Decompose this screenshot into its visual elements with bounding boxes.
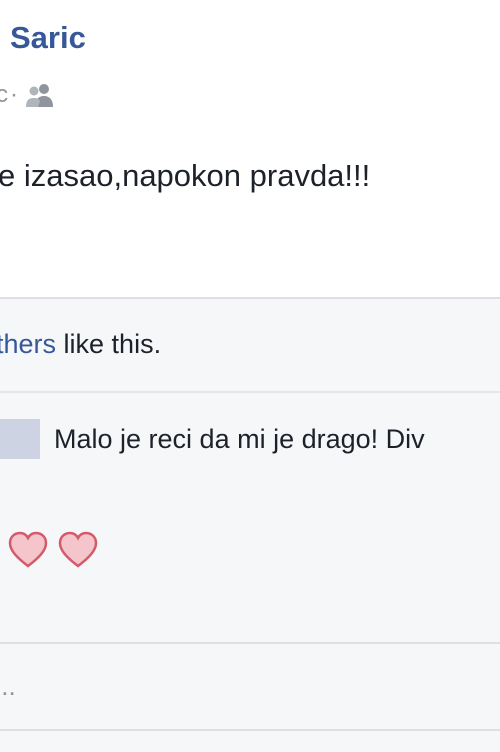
divider [0, 391, 500, 393]
likes-others-link[interactable]: thers [0, 329, 56, 359]
post-message: e izasao,napokon pravda!!! [0, 158, 371, 193]
author-name-link[interactable]: Saric [10, 20, 86, 56]
heart-icon [8, 531, 48, 569]
commenter-avatar[interactable] [0, 419, 40, 459]
comment-composer-input[interactable]: ... [0, 671, 500, 711]
post-meta: c · [0, 80, 54, 110]
comment-body: Malo je reci da mi je drago! Div [54, 424, 425, 454]
feedback-panel: thers like this. Malo je reci da mi je d… [0, 297, 500, 752]
divider [0, 729, 500, 731]
comment-emoji-row [8, 531, 98, 569]
meta-separator: · [10, 81, 18, 108]
friends-icon[interactable] [26, 82, 54, 108]
divider [0, 642, 500, 644]
facebook-post: Saric c · e izasao,napokon pravda!!! the… [0, 0, 500, 752]
likes-suffix-text: like this. [56, 329, 162, 359]
post-timestamp[interactable]: c [0, 81, 8, 109]
heart-icon [58, 531, 98, 569]
likes-summary: thers like this. [0, 329, 161, 360]
